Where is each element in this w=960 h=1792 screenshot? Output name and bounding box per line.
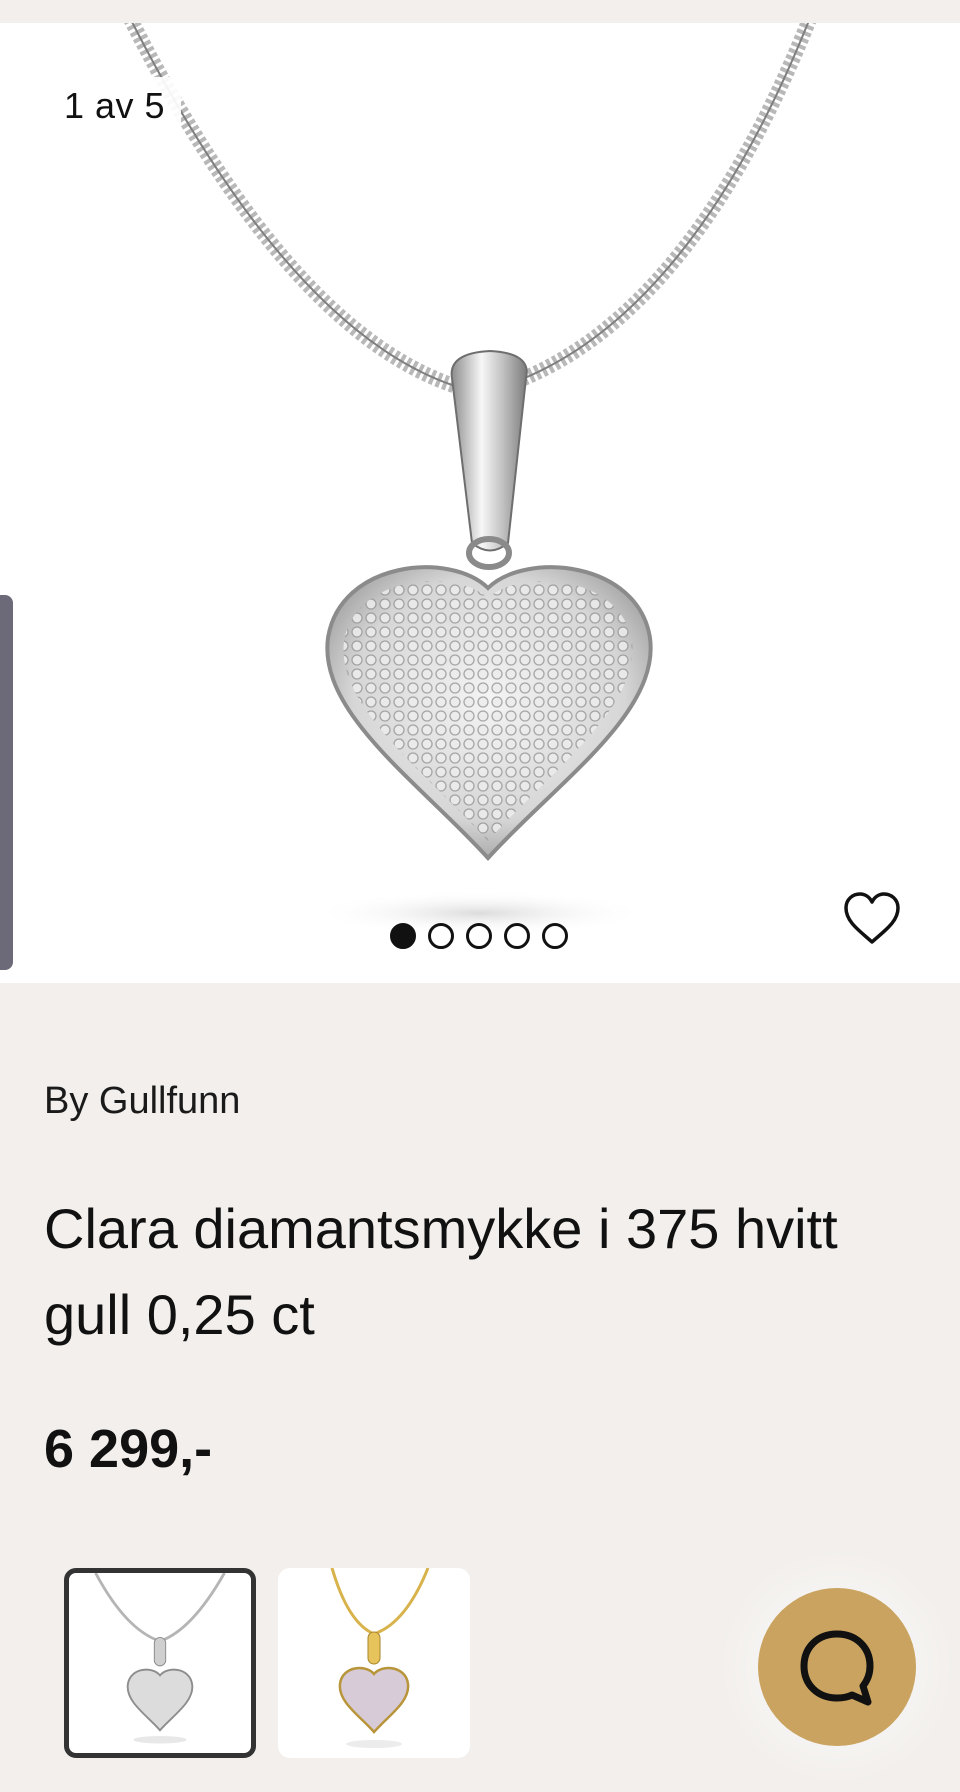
carousel-dot-4[interactable] (504, 923, 530, 949)
side-drawer-handle[interactable] (0, 595, 13, 970)
variant-white-gold-thumbnail (94, 1573, 226, 1744)
variant-yellow-gold-thumbnail (330, 1568, 430, 1748)
variant-selector (64, 1568, 470, 1758)
variant-yellow-gold[interactable] (278, 1568, 470, 1758)
carousel-dot-2[interactable] (428, 923, 454, 949)
add-to-favorites-button[interactable] (842, 891, 902, 947)
chat-bubble-icon (800, 1630, 874, 1706)
carousel-dot-3[interactable] (466, 923, 492, 949)
product-brand[interactable]: By Gullfunn (44, 1080, 914, 1123)
product-price: 6 299,- (44, 1419, 213, 1479)
image-counter: 1 av 5 (48, 77, 182, 135)
product-info: By Gullfunn (44, 1080, 914, 1123)
product-page: 1 av 5 By Gullfunn Clara diamantsmykke i… (0, 0, 960, 1792)
carousel-dot-5[interactable] (542, 923, 568, 949)
product-image (124, 23, 817, 935)
product-title: Clara diamantsmykke i 375 hvitt gull 0,2… (44, 1197, 838, 1346)
heart-outline-icon (844, 892, 900, 944)
carousel-dot-1[interactable] (390, 923, 416, 949)
status-strip (0, 0, 960, 23)
chat-button[interactable] (758, 1588, 916, 1746)
variant-white-gold[interactable] (64, 1568, 256, 1758)
product-image-gallery[interactable]: 1 av 5 (0, 23, 960, 983)
carousel-dots[interactable] (390, 923, 568, 949)
